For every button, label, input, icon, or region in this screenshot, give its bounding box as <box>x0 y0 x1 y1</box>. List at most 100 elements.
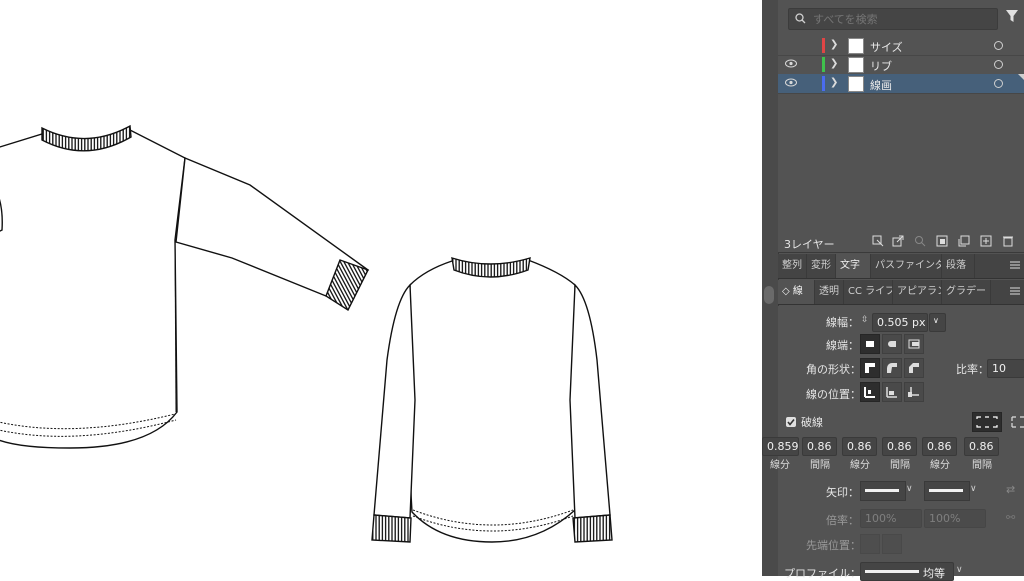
round-join-icon <box>887 363 897 373</box>
end-scale-field[interactable]: 100% <box>924 509 986 528</box>
projecting-cap-button[interactable] <box>904 334 924 354</box>
chevron-down-icon[interactable]: ∨ <box>956 565 963 575</box>
arrow-tip-place-button[interactable] <box>882 534 902 554</box>
filter-icon[interactable] <box>1006 10 1018 22</box>
stroke-cap-label: 線端： <box>826 339 859 352</box>
tab-appearance[interactable]: アピアランス <box>893 280 942 304</box>
arrow-align-label: 先端位置： <box>806 539 861 552</box>
start-arrowhead-select[interactable] <box>860 481 906 501</box>
gap-field[interactable]: 0.86 <box>882 437 917 456</box>
dash-field[interactable]: 0.859 <box>762 437 799 456</box>
align-center-button[interactable] <box>860 382 880 402</box>
artboard-canvas[interactable] <box>0 0 762 576</box>
align-stroke-label: 線の位置： <box>806 388 861 401</box>
panel-tabs-top: 整列 変形 文字 パスファインダ 段落 <box>778 254 1024 279</box>
gap-field[interactable]: 0.86 <box>964 437 999 456</box>
layer-name[interactable]: 線画 <box>870 77 892 93</box>
search-icon <box>795 13 806 24</box>
layer-target-icon[interactable] <box>994 60 1003 69</box>
tab-paragraph[interactable]: 段落 <box>942 254 975 278</box>
scale-label: 倍率： <box>826 514 859 527</box>
chevron-down-icon[interactable]: ∨ <box>906 484 913 494</box>
selection-indicator-icon <box>1018 74 1024 80</box>
stroke-panel: 線幅： ⇳ 0.505 px ∨ 線端： 角の形状： 比率： 10 線の位置： … <box>762 306 1024 581</box>
dash-field[interactable]: 0.86 <box>922 437 957 456</box>
clipping-mask-icon[interactable] <box>936 235 948 247</box>
profile-label: プロファイル： <box>784 567 861 580</box>
locate-object-icon[interactable] <box>914 235 926 247</box>
tab-character[interactable]: 文字 <box>836 254 871 278</box>
round-join-button[interactable] <box>882 358 902 378</box>
layers-search-input[interactable] <box>811 10 995 28</box>
miter-limit-field[interactable]: 10 <box>987 359 1024 378</box>
dash-preserve-button[interactable] <box>972 412 1002 432</box>
layer-row-lineart[interactable]: ❯ 線画 <box>778 74 1024 94</box>
swap-arrowheads-icon[interactable]: ⇄ <box>1006 483 1015 496</box>
miter-join-button[interactable] <box>860 358 880 378</box>
layer-target-icon[interactable] <box>994 41 1003 50</box>
tab-transparency[interactable]: 透明 <box>815 280 844 304</box>
collect-export-icon[interactable] <box>872 235 884 247</box>
collapse-grip[interactable] <box>764 286 774 304</box>
round-cap-button[interactable] <box>882 334 902 354</box>
new-sublayer-icon[interactable] <box>958 235 970 247</box>
stroke-weight-dropdown[interactable]: ∨ <box>929 313 946 332</box>
eye-icon[interactable] <box>785 78 797 87</box>
back-sweater <box>371 256 613 543</box>
expand-chevron-icon[interactable]: ❯ <box>830 58 838 69</box>
layer-count: 3レイヤー <box>784 238 835 251</box>
eye-icon[interactable] <box>785 59 797 68</box>
expand-chevron-icon[interactable]: ❯ <box>830 77 838 88</box>
profile-select[interactable]: 均等 <box>860 562 954 581</box>
tab-gradient[interactable]: グラデー <box>942 280 991 304</box>
panel-tabs-stroke: ◇ 線 透明 CC ライブ アピアランス グラデー <box>778 280 1024 305</box>
tab-align[interactable]: 整列 <box>778 254 807 278</box>
tab-cc-libraries[interactable]: CC ライブ <box>844 280 893 304</box>
sweater-drawing <box>0 124 613 543</box>
tab-pathfinder[interactable]: パスファインダ <box>871 254 942 278</box>
chevron-down-icon[interactable]: ∨ <box>970 484 977 494</box>
layer-target-icon[interactable] <box>994 79 1003 88</box>
arrow-tip-extend-button[interactable] <box>860 534 880 554</box>
gap-field[interactable]: 0.86 <box>802 437 837 456</box>
dash-label: 線分 <box>850 460 870 471</box>
bevel-join-button[interactable] <box>904 358 924 378</box>
dash-label: 線分 <box>930 460 950 471</box>
layers-list: ❯ サイズ ❯ リブ ❯ 線画 <box>778 36 1024 233</box>
start-scale-field[interactable]: 100% <box>860 509 922 528</box>
stepper-arrows-icon[interactable]: ⇳ <box>861 315 869 325</box>
butt-cap-icon <box>866 341 874 347</box>
dash-align-button[interactable] <box>1007 412 1024 432</box>
layer-row-rib[interactable]: ❯ リブ <box>778 55 1024 75</box>
panel-collapse-strip[interactable] <box>762 0 779 576</box>
tab-transform[interactable]: 変形 <box>807 254 836 278</box>
layers-search-box[interactable] <box>788 8 998 30</box>
panel-menu-icon[interactable] <box>1010 261 1020 269</box>
layer-name[interactable]: リブ <box>870 58 892 74</box>
layer-thumbnail <box>848 76 864 92</box>
layer-name[interactable]: サイズ <box>870 39 903 55</box>
layer-color-swatch <box>822 38 825 53</box>
profile-value: 均等 <box>923 567 945 580</box>
stroke-weight-label: 線幅： <box>826 316 859 329</box>
dash-field[interactable]: 0.86 <box>842 437 877 456</box>
gap-value: 0.86 <box>969 440 994 453</box>
dash-value: 0.859 <box>767 440 799 453</box>
tab-stroke[interactable]: ◇ 線 <box>778 280 815 304</box>
butt-cap-button[interactable] <box>860 334 880 354</box>
miter-limit-label: 比率： <box>956 363 989 376</box>
align-center-icon <box>864 387 875 398</box>
dashed-line-checkbox[interactable] <box>786 417 796 427</box>
stroke-weight-field[interactable]: 0.505 px <box>872 313 928 332</box>
expand-chevron-icon[interactable]: ❯ <box>830 39 838 50</box>
layer-row-size[interactable]: ❯ サイズ <box>778 36 1024 56</box>
align-inside-button[interactable] <box>882 382 902 402</box>
panel-menu-icon[interactable] <box>1010 287 1020 295</box>
link-icon[interactable]: ⚯ <box>1006 511 1015 524</box>
layers-search-row <box>778 0 1024 36</box>
end-arrowhead-select[interactable] <box>924 481 970 501</box>
export-icon[interactable] <box>892 235 904 247</box>
trash-icon[interactable] <box>1002 235 1014 247</box>
align-outside-button[interactable] <box>904 382 924 402</box>
new-layer-icon[interactable] <box>980 235 992 247</box>
